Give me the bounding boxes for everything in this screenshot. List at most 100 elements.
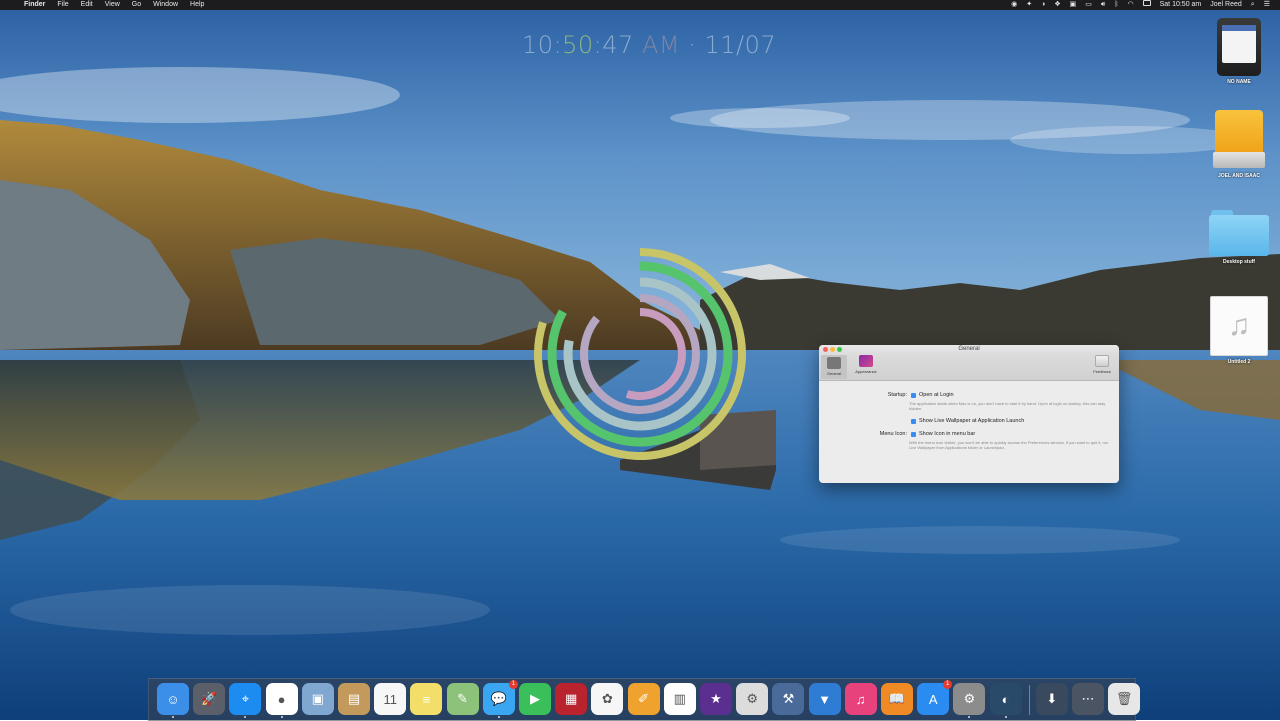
startup-label: Startup:: [887, 392, 907, 398]
dock-item-chrome[interactable]: ●: [265, 683, 298, 715]
preferences-content: Startup: Open at Login The application s…: [819, 381, 1119, 483]
dock-item-app-store[interactable]: A1: [917, 680, 953, 715]
dock-item-itunes[interactable]: ♫: [844, 683, 877, 715]
general-icon: [827, 357, 841, 369]
open-at-login-checkbox[interactable]: Open at Login: [911, 392, 954, 398]
running-indicator: [244, 716, 247, 718]
status-item-icon[interactable]: ▣: [1070, 0, 1077, 10]
preferences-toolbar: General Appearance Feedback: [819, 354, 1119, 381]
notification-badge: 1: [508, 680, 518, 689]
desktop-icon-label: JOEL AND ISAAC: [1218, 173, 1260, 179]
tab-general[interactable]: General: [821, 355, 847, 379]
dock-item-downloads[interactable]: ⬇: [1035, 683, 1068, 715]
dock-item-safari[interactable]: ⌖: [229, 683, 262, 715]
window-titlebar[interactable]: General: [819, 345, 1119, 354]
notes-icon: ≡: [422, 691, 431, 707]
dock-item-xcode[interactable]: ⚒: [772, 683, 805, 715]
notification-badge: 1: [943, 680, 953, 689]
show-icon-menu-bar-checkbox[interactable]: Show Icon in menu bar: [911, 431, 975, 437]
dock-item-contacts[interactable]: ▤: [338, 683, 370, 715]
desktop-icon-label: Desktop stuff: [1223, 259, 1255, 265]
desktop-icon-no-name[interactable]: NO NAME: [1204, 18, 1274, 85]
dock-item-documents[interactable]: ⋯: [1072, 683, 1104, 715]
safari-icon: ⌖: [241, 691, 250, 706]
documents-stack-icon: ⋯: [1081, 691, 1095, 706]
dock-item-trash[interactable]: 🗑: [1108, 683, 1141, 715]
ibooks-icon: 📖: [888, 691, 906, 706]
spotlight-icon[interactable]: ⌕: [1251, 0, 1255, 10]
preferences-window: General General Appearance Feedback Star…: [819, 345, 1119, 483]
menu-app-name[interactable]: Finder: [24, 0, 45, 10]
running-indicator: [280, 716, 283, 718]
menu-bar: Finder File Edit View Go Window Help ◉ ✦…: [0, 0, 1280, 10]
wallpaper-clock: 10:50:47 AM · 11/07: [522, 31, 776, 59]
preview-icon: ▣: [311, 691, 324, 706]
dock-item-photo-booth[interactable]: ▦: [555, 683, 588, 715]
bluetooth-icon[interactable]: ᛒ: [1114, 0, 1118, 10]
dock-item-photos[interactable]: ✿: [591, 683, 624, 715]
notification-center-icon[interactable]: ☰: [1264, 0, 1270, 10]
dock-item-finder[interactable]: ☺: [157, 683, 189, 715]
dock-item-gatekeeper[interactable]: ⚙: [736, 683, 769, 715]
maps-icon: ✎: [457, 691, 469, 706]
wifi-icon[interactable]: ◠: [1128, 0, 1134, 10]
tab-label: Feedback: [1093, 369, 1111, 374]
menu-edit[interactable]: Edit: [81, 0, 93, 10]
dock-item-keynote[interactable]: ▼: [808, 683, 841, 715]
dock-item-maps[interactable]: ✎: [446, 683, 479, 715]
dock-item-live-wallpaper[interactable]: ◐: [989, 683, 1022, 715]
dock-item-preview[interactable]: ▣: [301, 683, 334, 715]
dock-item-launchpad[interactable]: 🚀: [193, 683, 226, 715]
menu-help[interactable]: Help: [190, 0, 204, 10]
app-store-icon: A: [928, 691, 938, 707]
clock-date: 11/07: [704, 31, 777, 59]
dock-item-imovie[interactable]: ★: [700, 683, 732, 715]
xcode-icon: ⚒: [782, 691, 795, 706]
tab-label: General: [826, 371, 842, 376]
menu-view[interactable]: View: [105, 0, 120, 10]
volume-icon[interactable]: 🔊︎: [1101, 0, 1105, 10]
dock: ☺ 🚀 ⌖ ● ▣ ▤ 11 ≡ ✎ 💬 1 ▶ ▦ ✿ ✐ ▥ ★ ⚙ ⚒ ▼ ♫ 📖 A 1 ⚙ ◐ ⬇ ⋯ 🗑: [148, 678, 1141, 721]
dock-item-ibooks[interactable]: 📖: [881, 683, 913, 715]
menu-file[interactable]: File: [57, 0, 68, 10]
menu-go[interactable]: Go: [132, 0, 141, 10]
menu-window[interactable]: Window: [153, 0, 178, 10]
clock-minute: 50: [562, 31, 594, 59]
clock-hour: 10:: [522, 31, 563, 59]
checkbox-checked-icon: [911, 431, 916, 437]
dock-item-pages[interactable]: ✐: [627, 683, 660, 715]
dock-item-facetime[interactable]: ▶: [519, 683, 551, 715]
airplay-icon[interactable]: ▭: [1085, 0, 1092, 10]
downloads-stack-icon: ⬇: [1046, 691, 1058, 706]
tab-feedback[interactable]: Feedback: [1089, 355, 1115, 374]
status-item-icon[interactable]: ◉: [1011, 0, 1017, 10]
menu-icon-label: Menu Icon:: [879, 431, 907, 437]
desktop-icon-hard-drive[interactable]: JOEL AND ISAAC: [1204, 110, 1274, 179]
status-item-icon[interactable]: ◑: [1041, 0, 1045, 10]
menubar-clock[interactable]: Sat 10:50 am: [1160, 0, 1202, 10]
running-indicator: [497, 716, 500, 718]
menubar-user[interactable]: Joel Reed: [1210, 0, 1242, 10]
status-item-icon[interactable]: ✦: [1026, 0, 1032, 10]
feedback-icon: [1095, 355, 1109, 367]
calendar-icon: 11: [383, 691, 397, 707]
photos-icon: ✿: [601, 691, 613, 706]
dock-item-notes[interactable]: ≡: [410, 683, 443, 715]
imovie-icon: ★: [710, 691, 722, 706]
open-at-login-label: Open at Login: [919, 392, 954, 398]
dock-separator: [1028, 685, 1030, 715]
system-info-icon: ⚙: [746, 691, 759, 706]
clock-second: :47: [593, 31, 634, 59]
desktop-icon-label: NO NAME: [1227, 79, 1251, 85]
status-item-icon[interactable]: ❖: [1054, 0, 1060, 10]
tab-appearance[interactable]: Appearance: [851, 355, 881, 374]
desktop-icon-music-file[interactable]: ♫ Untitled 2: [1204, 296, 1274, 365]
dock-item-messages[interactable]: 💬 1: [482, 680, 518, 715]
battery-icon[interactable]: [1142, 0, 1151, 10]
dock-item-calendar[interactable]: 11: [374, 683, 407, 715]
dock-item-numbers[interactable]: ▥: [663, 683, 696, 715]
dock-item-system-preferences[interactable]: ⚙: [953, 683, 986, 715]
show-live-wallpaper-checkbox[interactable]: Show Live Wallpaper at Application Launc…: [911, 418, 1024, 424]
desktop-icon-folder[interactable]: Desktop stuff: [1204, 210, 1274, 265]
open-at-login-help: The application starts when Mac is on, y…: [909, 401, 1106, 411]
